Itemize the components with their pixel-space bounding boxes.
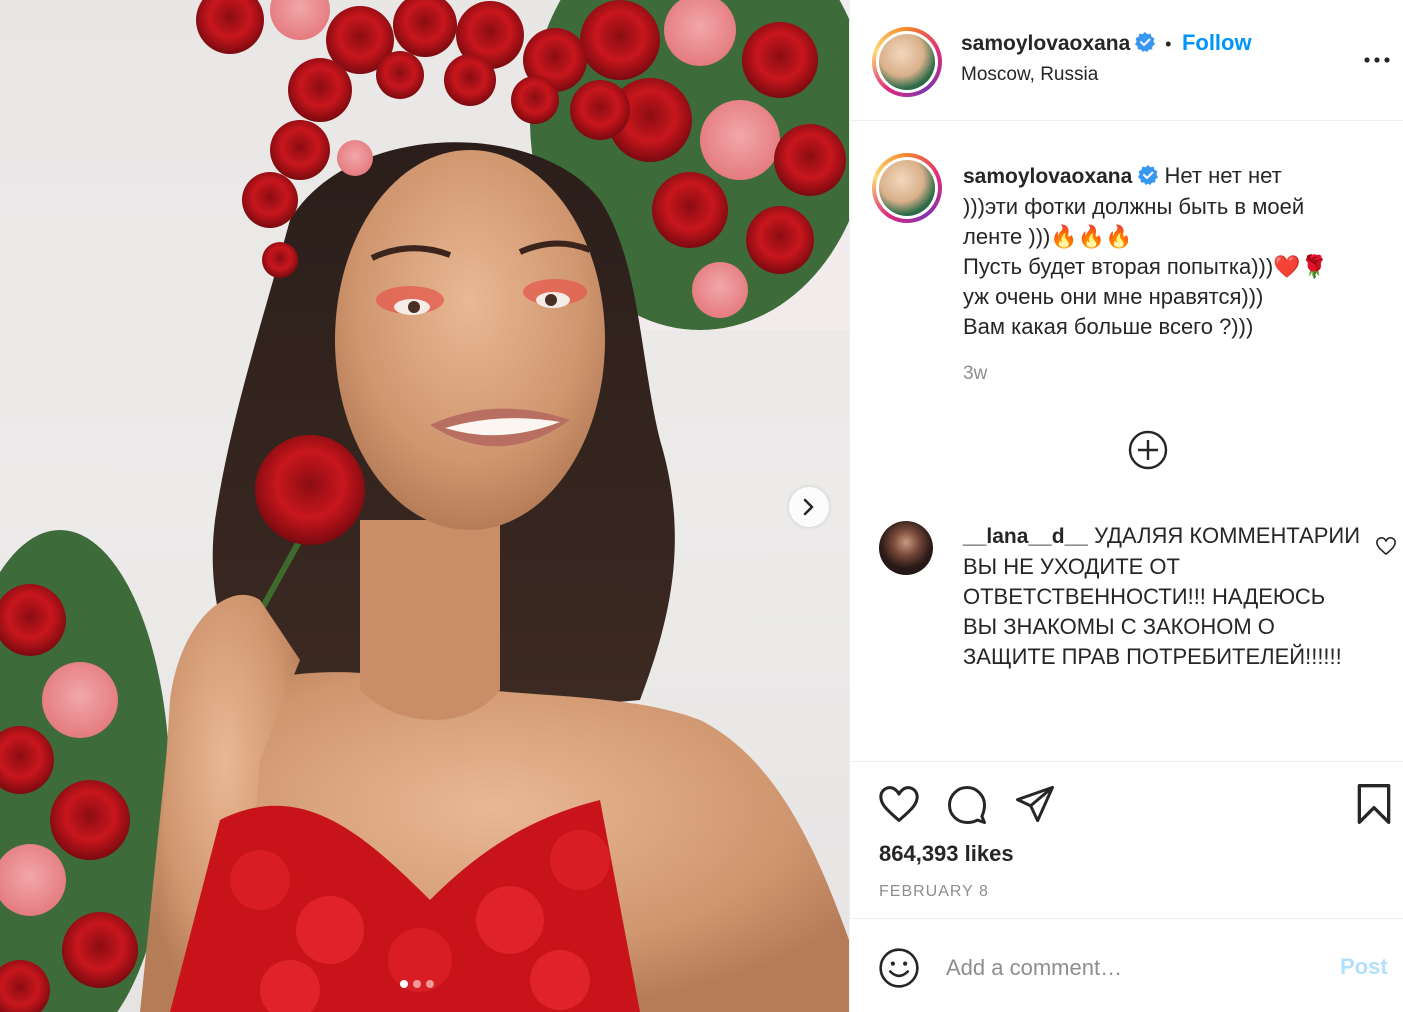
likes-count[interactable]: 864,393 likes <box>879 841 1014 867</box>
face <box>335 150 605 530</box>
more-options-icon <box>1364 57 1390 63</box>
comments-area: samoylovaoxana Нет нет нет )))эти фотки … <box>850 121 1403 762</box>
carousel-dot <box>413 980 421 988</box>
post-location[interactable]: Moscow, Russia <box>961 64 1098 86</box>
photo-illustration <box>0 0 849 1012</box>
heart-icon <box>1376 537 1396 555</box>
post-photo[interactable] <box>0 0 849 1012</box>
caption-line: ленте )))🔥🔥🔥 <box>963 224 1133 249</box>
author-username[interactable]: samoylovaoxana <box>961 32 1130 55</box>
carousel-dots <box>400 980 434 988</box>
like-button[interactable] <box>877 784 921 827</box>
neck <box>360 520 500 720</box>
carousel-dot <box>400 980 408 988</box>
share-button[interactable] <box>1014 784 1056 827</box>
commenter-avatar[interactable] <box>879 521 933 575</box>
heart-icon <box>879 786 919 822</box>
caption-timestamp[interactable]: 3w <box>963 363 987 385</box>
add-comment-bar: Post <box>850 920 1403 1012</box>
load-more-icon <box>1128 430 1168 470</box>
caption-line: Нет нет нет <box>1164 163 1282 188</box>
caption-line: )))эти фотки должны быть в моей <box>963 194 1305 219</box>
bookmark-icon <box>1357 784 1391 824</box>
author-avatar[interactable] <box>872 27 942 97</box>
load-more-comments-button[interactable] <box>1127 429 1169 474</box>
chevron-right-icon <box>803 498 814 516</box>
post-header: samoylovaoxana • Follow Moscow, Russia <box>850 0 1403 121</box>
more-options-button[interactable] <box>1363 50 1391 73</box>
post-side-panel: samoylovaoxana • Follow Moscow, Russia s… <box>849 0 1403 1012</box>
caption-line: Пусть будет вторая попытка)))❤️🌹 <box>963 254 1328 279</box>
comment: __lana__d__ УДАЛЯЯ КОММЕНТАРИИ ВЫ НЕ УХО… <box>963 521 1363 672</box>
comment-like-button[interactable] <box>1375 536 1397 559</box>
caption: samoylovaoxana Нет нет нет )))эти фотки … <box>963 161 1393 342</box>
emoji-button[interactable] <box>878 947 920 992</box>
caption-line: Вам какая больше всего ?))) <box>963 314 1254 339</box>
verified-badge-icon <box>1134 32 1155 52</box>
commenter-username[interactable]: __lana__d__ <box>963 525 1088 548</box>
header-title-row: samoylovaoxana • Follow <box>961 30 1252 56</box>
comment-input[interactable] <box>946 950 1326 986</box>
header-separator: • <box>1165 34 1172 54</box>
carousel-dot <box>426 980 434 988</box>
comment-icon <box>948 786 986 824</box>
caption-line: уж очень они мне нравятся))) <box>963 284 1264 309</box>
comment-button[interactable] <box>946 784 988 829</box>
caption-avatar[interactable] <box>872 153 942 223</box>
follow-button[interactable]: Follow <box>1182 30 1252 56</box>
emoji-icon <box>879 948 919 988</box>
save-button[interactable] <box>1355 782 1393 829</box>
post-date[interactable]: FEBRUARY 8 <box>879 883 989 901</box>
share-icon <box>1016 785 1054 823</box>
post-comment-button[interactable]: Post <box>1340 954 1388 980</box>
post-actions: 864,393 likes FEBRUARY 8 <box>850 762 1403 919</box>
verified-badge-icon <box>1138 165 1159 185</box>
carousel-next-button[interactable] <box>789 487 829 527</box>
caption-username[interactable]: samoylovaoxana <box>963 165 1132 188</box>
